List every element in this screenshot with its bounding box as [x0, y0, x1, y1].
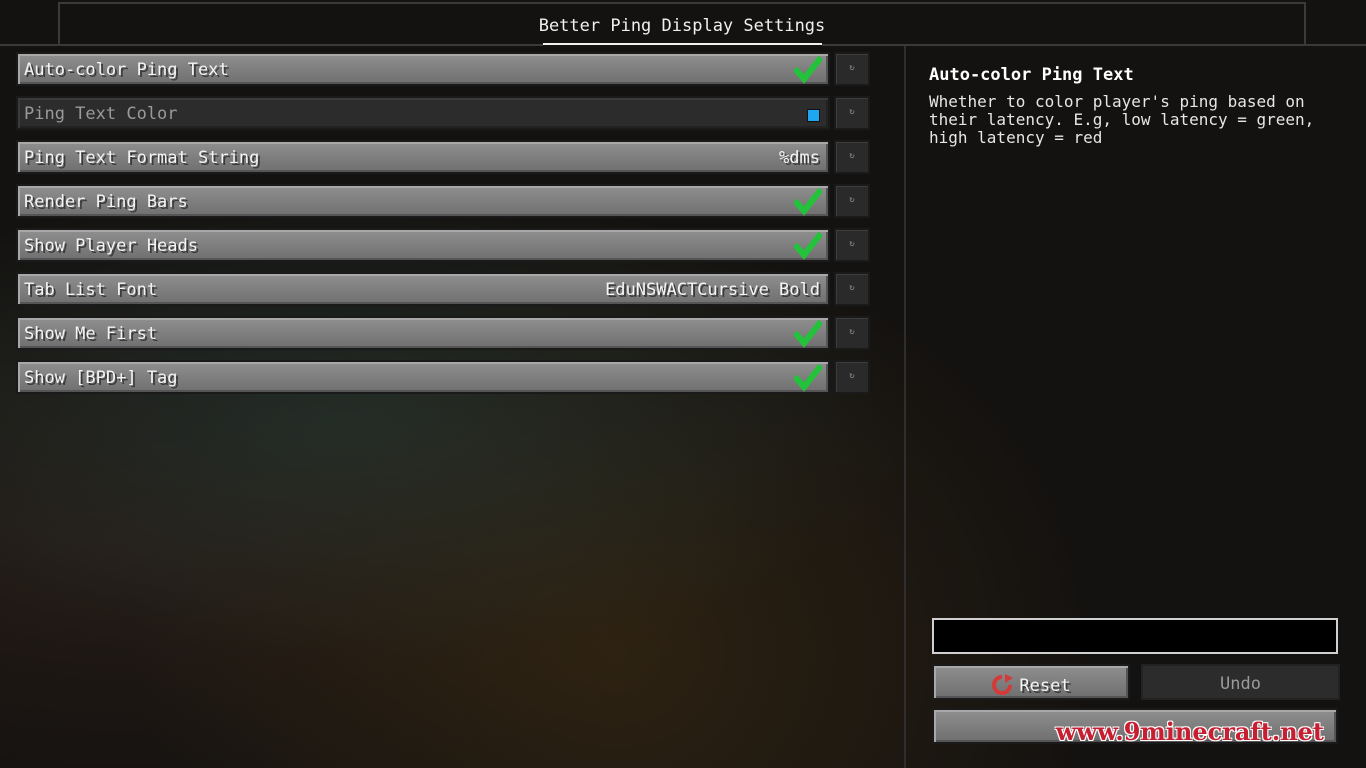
color-swatch	[807, 109, 820, 122]
setting-row[interactable]: Ping Text Format String %dms	[16, 140, 830, 174]
checkmark-icon	[794, 56, 822, 84]
setting-label: Show Player Heads	[24, 236, 198, 256]
reset-small-icon: ↻	[849, 371, 855, 381]
setting-row[interactable]: Tab List Font EduNSWACTCursive Bold	[16, 272, 830, 306]
undo-button-label: Undo	[1220, 674, 1261, 694]
setting-row[interactable]: Show Me First	[16, 316, 830, 350]
checkmark-icon	[794, 320, 822, 348]
done-button[interactable]: www.9minecraft.net	[932, 708, 1338, 746]
setting-label: Render Ping Bars	[24, 192, 188, 212]
row-reset-button[interactable]: ↻	[834, 52, 870, 86]
setting-value: %dms	[779, 148, 820, 168]
title-tab: Better Ping Display Settings	[58, 2, 1306, 45]
checkmark-icon	[794, 364, 822, 392]
reset-button[interactable]: Reset	[932, 664, 1130, 700]
row-reset-button[interactable]: ↻	[834, 96, 870, 130]
setting-row[interactable]: Show [BPD+] Tag	[16, 360, 830, 394]
setting-label: Tab List Font	[24, 280, 158, 300]
page-title: Better Ping Display Settings	[538, 16, 826, 36]
setting-value: EduNSWACTCursive Bold	[605, 280, 820, 300]
watermark: www.9minecraft.net	[1055, 717, 1324, 746]
setting-row[interactable]: Render Ping Bars	[16, 184, 830, 218]
setting-row[interactable]: Auto-color Ping Text	[16, 52, 830, 86]
row-reset-button[interactable]: ↻	[834, 360, 870, 394]
row-reset-button[interactable]: ↻	[834, 228, 870, 262]
description-text: Whether to color player's ping based on …	[929, 92, 1315, 147]
panel-divider	[904, 46, 906, 768]
reset-small-icon: ↻	[849, 107, 855, 117]
setting-label: Show [BPD+] Tag	[24, 368, 178, 388]
row-reset-button[interactable]: ↻	[834, 140, 870, 174]
undo-button[interactable]: Undo	[1141, 664, 1340, 700]
setting-label: Auto-color Ping Text	[24, 60, 229, 80]
checkmark-icon	[794, 188, 822, 216]
title-underline	[543, 43, 822, 45]
setting-row[interactable]: Ping Text Color	[16, 96, 830, 130]
row-reset-button[interactable]: ↻	[834, 184, 870, 218]
reset-icon	[992, 674, 1014, 695]
reset-small-icon: ↻	[849, 151, 855, 161]
reset-small-icon: ↻	[849, 283, 855, 293]
setting-label: Ping Text Color	[24, 104, 178, 124]
reset-small-icon: ↻	[849, 195, 855, 205]
row-reset-button[interactable]: ↻	[834, 272, 870, 306]
search-input[interactable]	[932, 618, 1338, 654]
setting-row[interactable]: Show Player Heads	[16, 228, 830, 262]
checkmark-icon	[794, 232, 822, 260]
reset-button-label: Reset	[1019, 676, 1071, 696]
description-title: Auto-color Ping Text	[929, 65, 1134, 85]
setting-label: Show Me First	[24, 324, 158, 344]
reset-small-icon: ↻	[849, 239, 855, 249]
setting-label: Ping Text Format String	[24, 148, 260, 168]
header-divider-left	[0, 44, 543, 46]
row-reset-button[interactable]: ↻	[834, 316, 870, 350]
reset-small-icon: ↻	[849, 63, 855, 73]
reset-small-icon: ↻	[849, 327, 855, 337]
